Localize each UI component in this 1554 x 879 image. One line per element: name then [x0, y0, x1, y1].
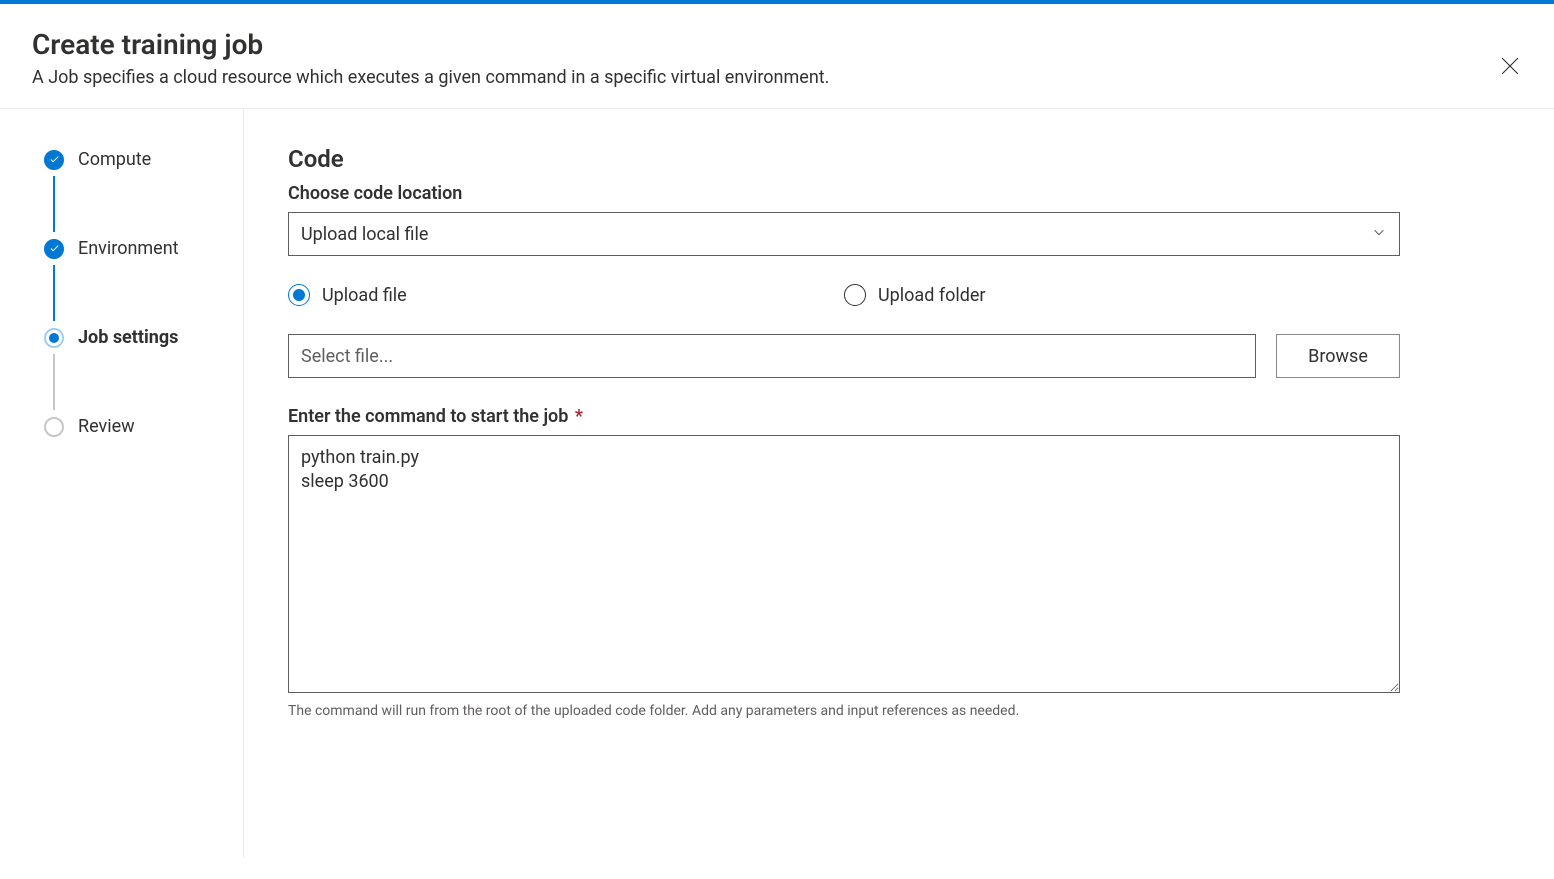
page-title: Create training job — [32, 28, 1522, 61]
required-asterisk: * — [570, 406, 583, 427]
command-textarea[interactable] — [288, 435, 1400, 693]
step-connector — [53, 265, 55, 321]
code-location-select[interactable]: Upload local file — [288, 212, 1400, 256]
radio-label: Upload file — [322, 285, 407, 306]
code-location-label: Choose code location — [288, 183, 1400, 204]
step-label: Job settings — [78, 327, 178, 348]
step-job-settings[interactable]: Job settings — [44, 327, 223, 348]
step-label: Environment — [78, 238, 179, 259]
command-hint: The command will run from the root of th… — [288, 703, 1400, 719]
code-location-value: Upload local file — [288, 212, 1400, 256]
step-compute[interactable]: Compute — [44, 149, 223, 170]
radio-upload-folder[interactable]: Upload folder — [844, 284, 1400, 306]
command-label: Enter the command to start the job * — [288, 406, 1400, 427]
step-label: Review — [78, 416, 135, 437]
browse-button[interactable]: Browse — [1276, 334, 1400, 378]
close-button[interactable] — [1498, 54, 1522, 78]
upload-type-radios: Upload file Upload folder — [288, 284, 1400, 306]
command-label-text: Enter the command to start the job — [288, 406, 568, 427]
step-indicator-active — [44, 328, 64, 348]
step-environment[interactable]: Environment — [44, 238, 223, 259]
file-path-input[interactable] — [288, 334, 1256, 378]
step-label: Compute — [78, 149, 151, 170]
page-subtitle: A Job specifies a cloud resource which e… — [32, 67, 1522, 88]
radio-circle — [844, 284, 866, 306]
step-connector — [53, 176, 55, 232]
check-icon — [49, 243, 60, 254]
file-select-row: Browse — [288, 334, 1400, 378]
radio-circle-selected — [288, 284, 310, 306]
step-connector — [53, 354, 55, 410]
check-icon — [49, 154, 60, 165]
radio-upload-file[interactable]: Upload file — [288, 284, 844, 306]
wizard-sidebar: Compute Environment Job settings Review — [0, 109, 244, 858]
close-icon — [1501, 57, 1519, 75]
radio-label: Upload folder — [878, 285, 986, 306]
step-review[interactable]: Review — [44, 416, 223, 437]
page-header: Create training job A Job specifies a cl… — [0, 4, 1554, 109]
step-indicator-completed — [44, 150, 64, 170]
step-indicator-pending — [44, 417, 64, 437]
step-indicator-completed — [44, 239, 64, 259]
main-content: Code Choose code location Upload local f… — [244, 109, 1444, 858]
code-section-title: Code — [288, 145, 1400, 173]
